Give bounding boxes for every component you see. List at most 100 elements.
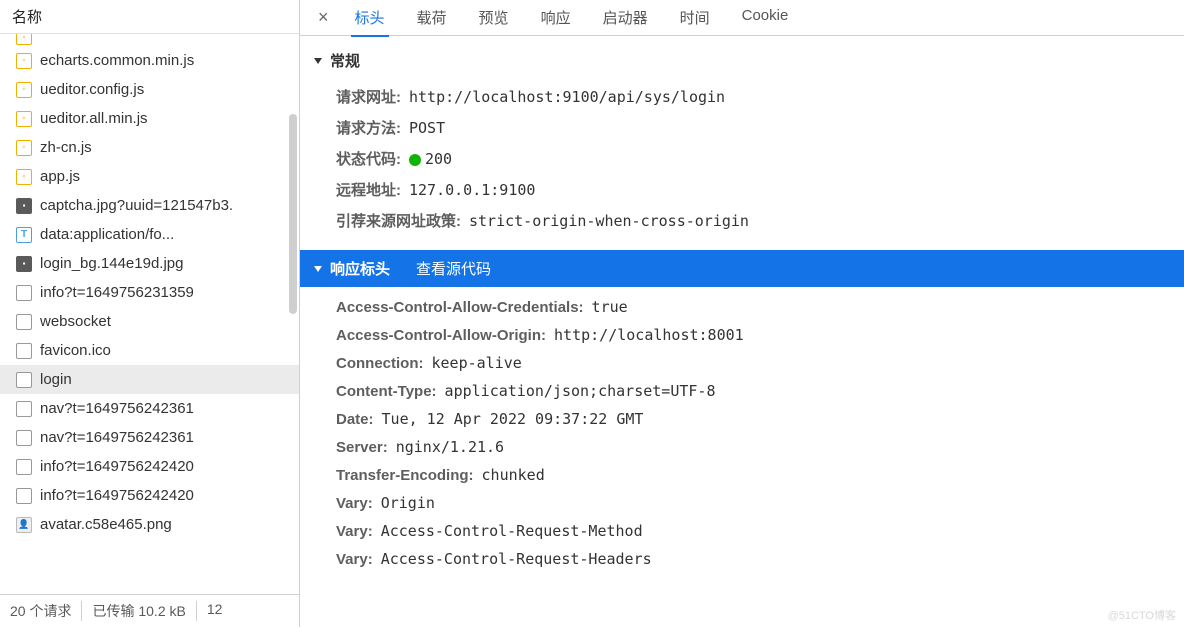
request-row[interactable]: login	[0, 365, 299, 394]
headers-content: 常规 请求网址:http://localhost:9100/api/sys/lo…	[300, 36, 1184, 627]
tab-Cookie[interactable]: Cookie	[726, 0, 805, 36]
scrollbar[interactable]	[289, 114, 297, 314]
header-value: Origin	[381, 494, 435, 512]
request-name: captcha.jpg?uuid=121547b3.	[40, 197, 233, 214]
header-value: true	[592, 298, 628, 316]
header-value: POST	[409, 119, 445, 137]
request-row[interactable]: info?t=1649756231359	[0, 278, 299, 307]
section-general-header[interactable]: 常规	[300, 46, 1184, 75]
sidebar-header: 名称	[0, 0, 299, 34]
request-name: app.js	[40, 168, 80, 185]
js-icon: ◦	[16, 82, 32, 98]
request-row[interactable]: ▪ captcha.jpg?uuid=121547b3.	[0, 191, 299, 220]
request-name: websocket	[40, 313, 111, 330]
sidebar-footer: 20 个请求 已传输 10.2 kB 12	[0, 594, 299, 627]
header-key: 请求方法:	[336, 117, 401, 138]
section-response-headers-header[interactable]: 响应标头 查看源代码	[300, 250, 1184, 287]
status-dot-icon	[409, 154, 421, 166]
header-value: http://localhost:8001	[554, 326, 744, 344]
header-key: Access-Control-Allow-Origin:	[336, 327, 546, 344]
request-row[interactable]: ◦	[0, 34, 299, 46]
header-key: 引荐来源网址政策:	[336, 210, 461, 231]
request-row[interactable]: favicon.ico	[0, 336, 299, 365]
request-row[interactable]: ▪ login_bg.144e19d.jpg	[0, 249, 299, 278]
header-value: keep-alive	[432, 354, 522, 372]
header-row: Vary:Access-Control-Request-Method	[336, 517, 1148, 545]
tabs-bar: × 标头载荷预览响应启动器时间Cookie	[300, 0, 1184, 36]
request-row[interactable]: ◦app.js	[0, 162, 299, 191]
doc-icon	[16, 314, 32, 330]
doc-icon	[16, 430, 32, 446]
js-icon: ◦	[16, 34, 32, 45]
general-kv-list: 请求网址:http://localhost:9100/api/sys/login…	[300, 75, 1184, 250]
close-icon[interactable]: ×	[308, 7, 339, 28]
header-row: 远程地址: 127.0.0.1:9100	[336, 174, 1148, 205]
request-name: nav?t=1649756242361	[40, 429, 194, 446]
tab-预览[interactable]: 预览	[463, 0, 525, 36]
request-row[interactable]: info?t=1649756242420	[0, 452, 299, 481]
header-value: 200	[409, 150, 452, 168]
header-key: Transfer-Encoding:	[336, 467, 474, 484]
header-row: Connection: keep-alive	[336, 349, 1148, 377]
request-name: avatar.c58e465.png	[40, 516, 172, 533]
img-icon: ▪	[16, 198, 32, 214]
request-row[interactable]: nav?t=1649756242361	[0, 423, 299, 452]
view-source-link[interactable]: 查看源代码	[416, 258, 491, 279]
header-key: Date:	[336, 411, 374, 428]
request-row[interactable]: nav?t=1649756242361	[0, 394, 299, 423]
request-name: nav?t=1649756242361	[40, 400, 194, 417]
doc-icon	[16, 343, 32, 359]
header-row: Vary: Access-Control-Request-Headers	[336, 545, 1148, 573]
doc-icon	[16, 401, 32, 417]
header-value: http://localhost:9100/api/sys/login	[409, 88, 725, 106]
header-row: Content-Type: application/json;charset=UT…	[336, 377, 1148, 405]
file-list[interactable]: ◦◦echarts.common.min.js◦ueditor.config.j…	[0, 34, 299, 594]
tab-标头[interactable]: 标头	[339, 0, 401, 36]
section-response-headers-title: 响应标头	[330, 258, 390, 279]
request-row[interactable]: info?t=1649756242420	[0, 481, 299, 510]
request-name: ueditor.config.js	[40, 81, 144, 98]
header-key: Vary:	[336, 551, 373, 568]
request-name: login	[40, 371, 72, 388]
av-icon: 👤	[16, 517, 32, 533]
header-row: 状态代码: 200	[336, 143, 1148, 174]
header-key: Vary:	[336, 523, 373, 540]
request-row[interactable]: ◦ueditor.all.min.js	[0, 104, 299, 133]
request-row[interactable]: websocket	[0, 307, 299, 336]
header-key: Vary:	[336, 495, 373, 512]
header-key: 状态代码:	[336, 148, 401, 169]
tab-响应[interactable]: 响应	[525, 0, 587, 36]
header-key: Content-Type:	[336, 383, 437, 400]
request-row[interactable]: 👤 avatar.c58e465.png	[0, 510, 299, 539]
section-general-title: 常规	[330, 50, 360, 71]
js-icon: ◦	[16, 111, 32, 127]
header-value: application/json;charset=UTF-8	[445, 382, 716, 400]
doc-icon	[16, 488, 32, 504]
header-key: 远程地址:	[336, 179, 401, 200]
tab-时间[interactable]: 时间	[664, 0, 726, 36]
header-row: 请求网址:http://localhost:9100/api/sys/login	[336, 81, 1148, 112]
request-name: echarts.common.min.js	[40, 52, 194, 69]
request-row[interactable]: ◦zh-cn.js	[0, 133, 299, 162]
header-value: strict-origin-when-cross-origin	[469, 212, 749, 230]
header-row: Vary: Origin	[336, 489, 1148, 517]
watermark: @51CTO博客	[1108, 607, 1176, 623]
request-row[interactable]: ◦echarts.common.min.js	[0, 46, 299, 75]
img-icon: ▪	[16, 256, 32, 272]
request-row[interactable]: ◦ ueditor.config.js	[0, 75, 299, 104]
tab-启动器[interactable]: 启动器	[587, 0, 664, 36]
request-row[interactable]: Tdata:application/fo...	[0, 220, 299, 249]
request-name: login_bg.144e19d.jpg	[40, 255, 183, 272]
request-name: favicon.ico	[40, 342, 111, 359]
header-value: nginx/1.21.6	[396, 438, 504, 456]
header-row: 引荐来源网址政策: strict-origin-when-cross-origin	[336, 205, 1148, 236]
header-key: Connection:	[336, 355, 424, 372]
footer-requests: 20 个请求	[10, 601, 82, 621]
header-value: Access-Control-Request-Headers	[381, 550, 652, 568]
tab-载荷[interactable]: 载荷	[401, 0, 463, 36]
header-row: 请求方法: POST	[336, 112, 1148, 143]
doc-icon	[16, 372, 32, 388]
header-value: 127.0.0.1:9100	[409, 181, 535, 199]
request-list-panel: 名称 ◦◦echarts.common.min.js◦ueditor.confi…	[0, 0, 300, 627]
header-row: Access-Control-Allow-Origin: http://local…	[336, 321, 1148, 349]
